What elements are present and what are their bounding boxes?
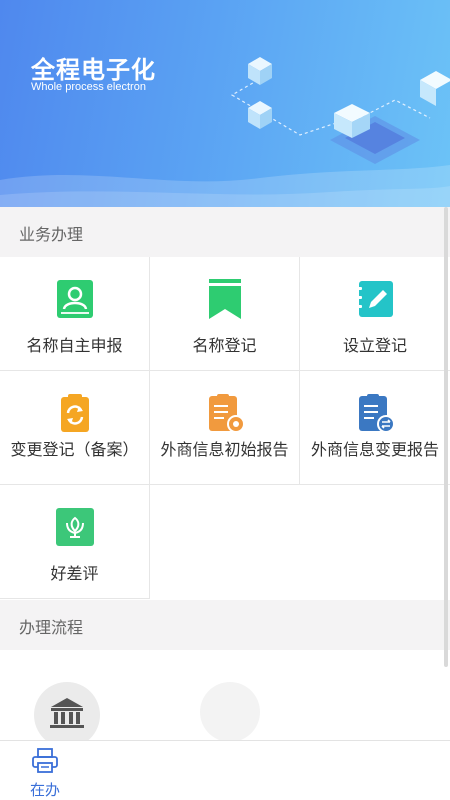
refresh-clipboard-icon (61, 394, 89, 432)
service-establish-registration[interactable]: 设立登记 (300, 257, 450, 371)
service-foreign-change-report[interactable]: 外商信息变更报告 (300, 371, 450, 485)
bookmark-icon (209, 279, 241, 319)
id-card-icon (57, 280, 93, 318)
services-grid: 名称自主申报 名称登记 设立登记 变更登记（备案） 外商信息初始报告 外商信息变… (0, 257, 450, 600)
nav-item-in-progress[interactable]: 在办 (22, 745, 68, 799)
service-label: 设立登记 (342, 336, 407, 355)
service-label: 名称登记 (192, 336, 257, 355)
report-clock-icon (209, 394, 245, 433)
edit-notebook-icon (356, 281, 393, 317)
process-flow (0, 650, 450, 745)
process-step-1[interactable] (34, 682, 100, 745)
service-foreign-initial-report[interactable]: 外商信息初始报告 (150, 371, 300, 485)
section-title: 业务办理 (19, 225, 84, 244)
service-rating[interactable]: 好差评 (0, 485, 150, 599)
service-label: 外商信息变更报告 (310, 440, 439, 459)
service-label: 外商信息初始报告 (160, 440, 289, 459)
bank-icon (50, 698, 84, 728)
service-name-registration[interactable]: 名称登记 (150, 257, 300, 371)
printer-icon (32, 748, 58, 773)
service-label: 变更登记（备案） (10, 440, 139, 459)
process-step-2[interactable] (200, 682, 260, 742)
business-section-header: 业务办理 (0, 207, 450, 257)
scrollbar[interactable] (444, 207, 448, 667)
process-section-header: 办理流程 (0, 600, 450, 650)
report-exchange-icon (359, 394, 395, 433)
bottom-nav: 在办 (0, 740, 450, 800)
service-label: 好差评 (50, 564, 99, 583)
service-name-self-declare[interactable]: 名称自主申报 (0, 257, 150, 371)
banner-subtitle: Whole process electron (31, 81, 146, 93)
service-change-registration[interactable]: 变更登记（备案） (0, 371, 150, 485)
banner-illustration (0, 57, 450, 207)
banner-title: 全程电子化 (31, 56, 156, 84)
nav-label: 在办 (29, 781, 60, 799)
flower-rating-icon (56, 508, 94, 546)
section-title: 办理流程 (19, 618, 84, 637)
service-label: 名称自主申报 (26, 336, 123, 355)
header-banner: 全程电子化 Whole process electron (0, 0, 450, 207)
